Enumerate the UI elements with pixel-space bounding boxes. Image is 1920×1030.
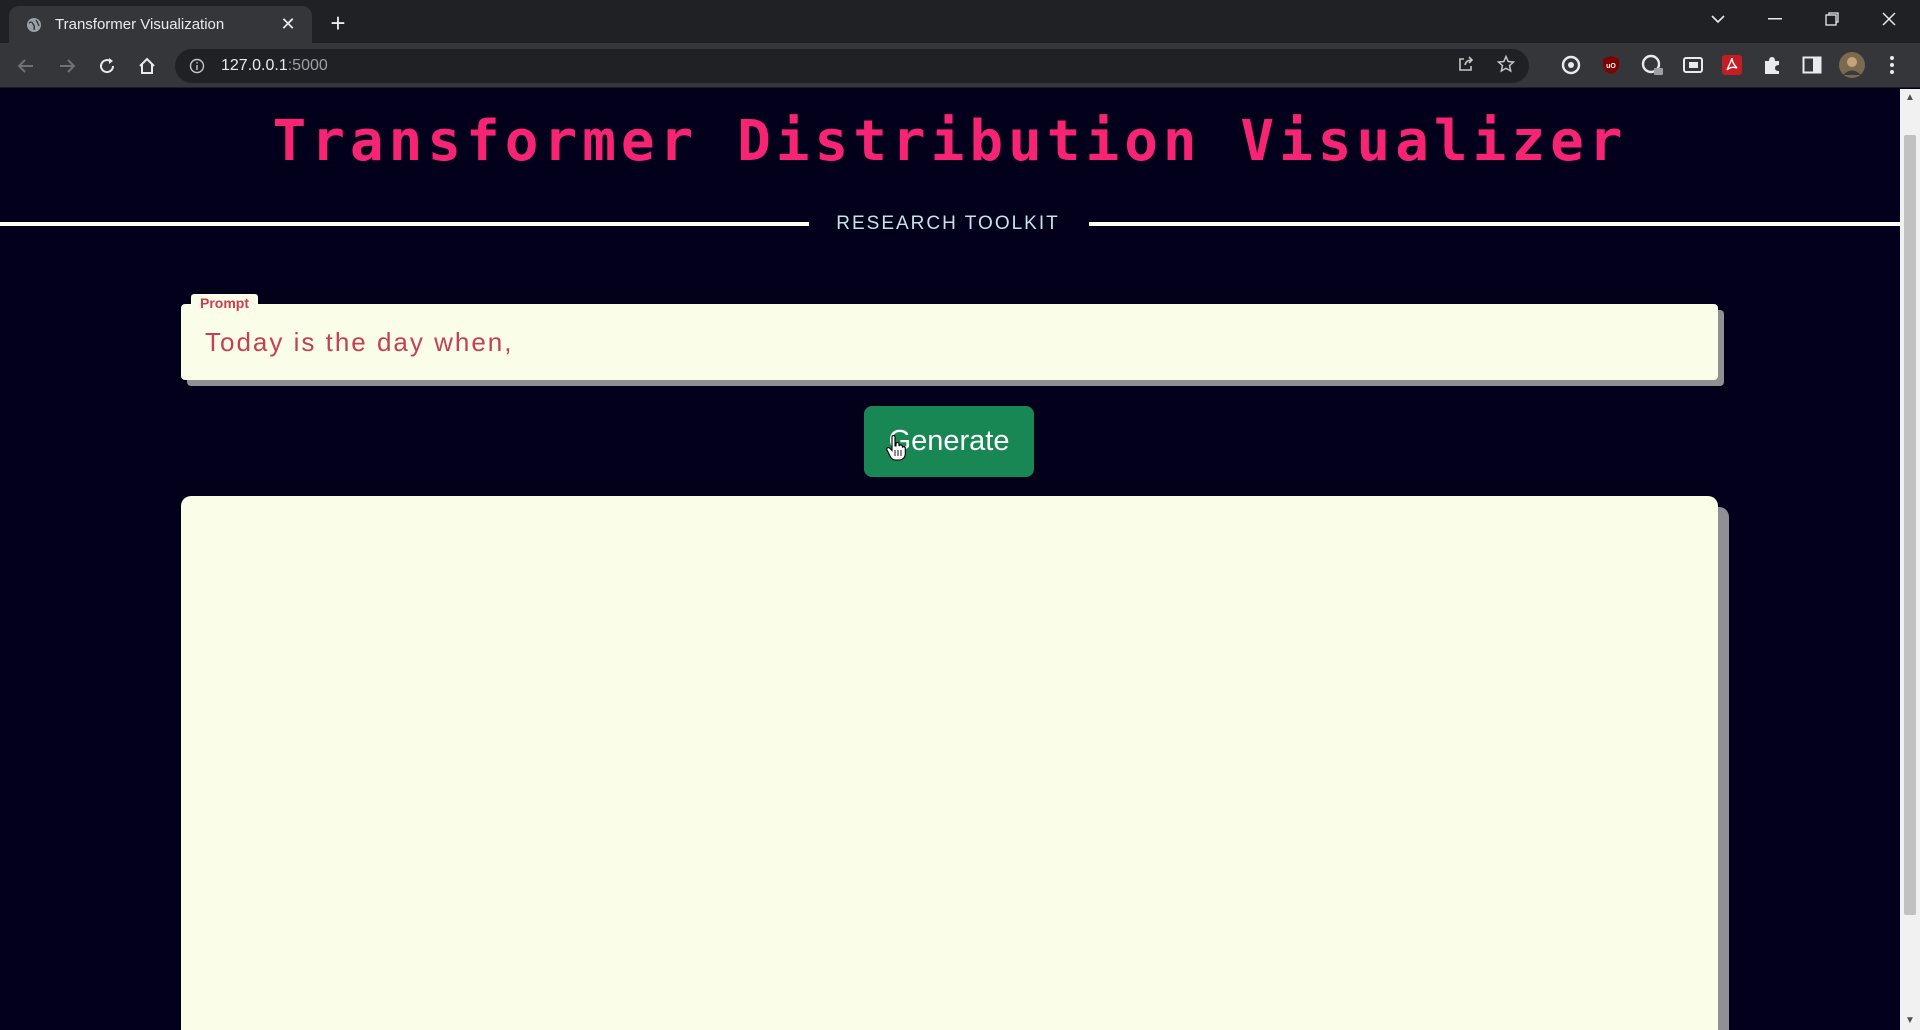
ublock-icon[interactable]: uO <box>1598 52 1624 78</box>
puzzle-extensions-icon[interactable] <box>1759 52 1785 78</box>
tab-search-icon[interactable] <box>1690 0 1746 38</box>
scrollbar-thumb[interactable] <box>1904 135 1916 915</box>
side-panel-icon[interactable] <box>1799 52 1825 78</box>
prompt-input[interactable] <box>181 304 1718 380</box>
reload-icon[interactable] <box>91 50 123 82</box>
forward-arrow-icon[interactable] <box>51 50 83 82</box>
divider-right <box>1089 222 1900 226</box>
tab-title: Transformer Visualization <box>55 16 225 33</box>
pdf-icon[interactable] <box>1719 52 1745 78</box>
close-window-icon[interactable] <box>1861 0 1917 38</box>
extension-ring-icon[interactable] <box>1639 52 1665 78</box>
close-tab-icon[interactable]: ✕ <box>278 14 298 35</box>
profile-avatar[interactable] <box>1839 52 1865 78</box>
url-port: :5000 <box>287 57 328 74</box>
page-viewport: Transformer Distribution Visualizer RESE… <box>0 89 1900 1030</box>
bookmark-star-icon[interactable] <box>1496 54 1516 78</box>
browser-tab[interactable]: Transformer Visualization ✕ <box>9 6 312 43</box>
picture-in-picture-icon[interactable] <box>1680 52 1706 78</box>
restore-icon[interactable] <box>1804 0 1860 38</box>
kebab-menu-icon[interactable] <box>1879 52 1905 78</box>
share-icon[interactable] <box>1457 55 1475 78</box>
hand-cursor-icon <box>886 435 906 461</box>
globe-icon <box>25 16 43 34</box>
new-tab-icon[interactable]: + <box>322 8 354 38</box>
home-icon[interactable] <box>131 50 163 82</box>
browser-toolbar: 127.0.0.1 :5000 <box>0 43 1920 88</box>
prompt-label: Prompt <box>191 294 258 312</box>
page-subtitle: RESEARCH TOOLKIT <box>836 213 1060 234</box>
vertical-scrollbar[interactable]: ▲ ▼ <box>1900 89 1920 1030</box>
url-host: 127.0.0.1 <box>221 57 288 74</box>
site-info-icon[interactable] <box>189 58 205 74</box>
svg-text:uO: uO <box>1606 63 1616 70</box>
divider-left <box>0 222 809 226</box>
scroll-down-arrow-icon[interactable]: ▼ <box>1900 1012 1920 1030</box>
browser-tab-bar: Transformer Visualization ✕ + <box>0 0 1920 43</box>
scroll-up-arrow-icon[interactable]: ▲ <box>1900 89 1920 107</box>
minimize-icon[interactable] <box>1747 0 1803 38</box>
extension-circle-icon[interactable] <box>1558 52 1584 78</box>
output-panel <box>181 496 1718 1030</box>
prompt-field: Prompt <box>181 294 1718 380</box>
address-bar[interactable]: 127.0.0.1 :5000 <box>175 49 1529 83</box>
back-arrow-icon[interactable] <box>10 50 42 82</box>
page-title: Transformer Distribution Visualizer <box>272 109 1628 174</box>
